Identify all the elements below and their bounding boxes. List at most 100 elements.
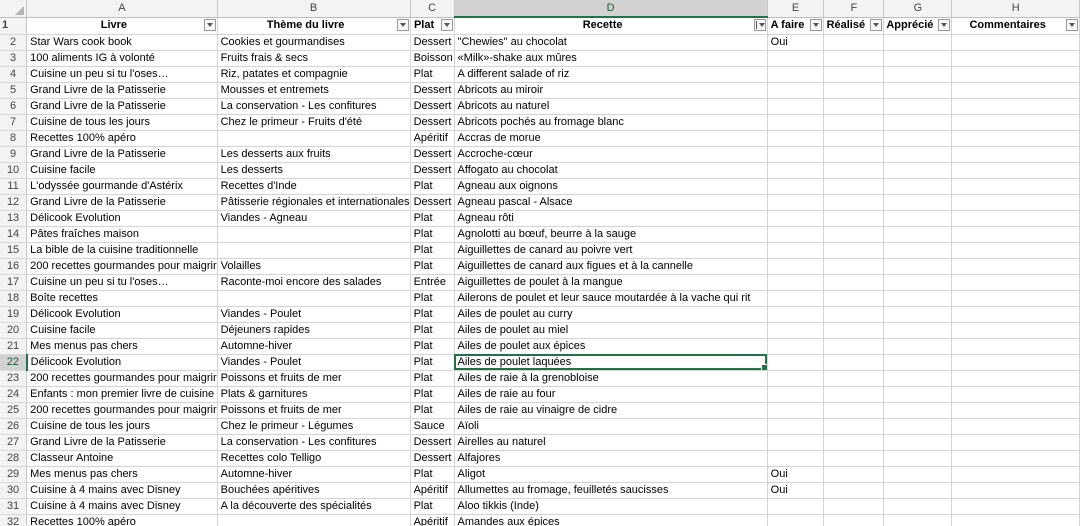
cell-d[interactable]: Ailes de raie au four bbox=[454, 386, 768, 403]
cell-b[interactable]: Viandes - Agneau bbox=[217, 210, 411, 227]
cell-d[interactable]: "Chewies" au chocolat bbox=[454, 34, 768, 51]
cell-b[interactable]: Riz, patates et compagnie bbox=[217, 66, 411, 83]
cell-h[interactable] bbox=[951, 50, 1080, 67]
row-number[interactable]: 20 bbox=[0, 322, 28, 339]
cell-h[interactable] bbox=[951, 402, 1080, 419]
row-number[interactable]: 19 bbox=[0, 306, 28, 323]
cell-d[interactable]: Agneau rôti bbox=[454, 210, 768, 227]
cell-e[interactable] bbox=[767, 450, 825, 467]
cell-g[interactable] bbox=[883, 226, 953, 243]
cell-c[interactable]: Plat bbox=[410, 178, 455, 195]
cell-h[interactable] bbox=[951, 514, 1080, 526]
row-number[interactable]: 1 bbox=[0, 17, 28, 35]
cell-c[interactable]: Dessert bbox=[410, 194, 455, 211]
row-number[interactable]: 18 bbox=[0, 290, 28, 307]
cell-d[interactable]: «Milk»-shake aux mûres bbox=[454, 50, 768, 67]
cell-a[interactable]: L'odyssée gourmande d'Astérix bbox=[26, 178, 218, 195]
cell-a[interactable]: Grand Livre de la Patisserie bbox=[26, 98, 218, 115]
cell-b[interactable] bbox=[217, 226, 411, 243]
row-number[interactable]: 10 bbox=[0, 162, 28, 179]
cell-d[interactable]: Amandes aux épices bbox=[454, 514, 768, 526]
cell-h[interactable] bbox=[951, 34, 1080, 51]
cell-g[interactable] bbox=[883, 50, 953, 67]
column-header-c[interactable]: C bbox=[410, 0, 455, 18]
cell-d[interactable]: A different salade of riz bbox=[454, 66, 768, 83]
cell-b[interactable]: Mousses et entremets bbox=[217, 82, 411, 99]
cell-f[interactable] bbox=[823, 114, 885, 131]
cell-d[interactable]: Ailes de raie à la grenobloise bbox=[454, 370, 768, 387]
cell-a[interactable]: Délicook Evolution bbox=[26, 210, 218, 227]
cell-f[interactable] bbox=[823, 162, 885, 179]
cell-f[interactable] bbox=[823, 98, 885, 115]
cell-c[interactable]: Dessert bbox=[410, 34, 455, 51]
cell-c[interactable]: Plat bbox=[410, 242, 455, 259]
cell-g[interactable] bbox=[883, 210, 953, 227]
cell-a[interactable]: 200 recettes gourmandes pour maigrir bbox=[26, 370, 218, 387]
cell-a[interactable]: Star Wars cook book bbox=[26, 34, 218, 51]
cell-a[interactable]: Délicook Evolution bbox=[26, 306, 218, 323]
cell-d[interactable]: Abricots pochés au fromage blanc bbox=[454, 114, 768, 131]
cell-d[interactable]: Agneau pascal - Alsace bbox=[454, 194, 768, 211]
cell-c[interactable]: Plat bbox=[410, 258, 455, 275]
cell-h[interactable] bbox=[951, 162, 1080, 179]
filter-dropdown-icon[interactable] bbox=[396, 18, 409, 31]
cell-f[interactable] bbox=[823, 34, 885, 51]
cell-d[interactable]: Ailes de poulet au miel bbox=[454, 322, 768, 339]
cell-e[interactable] bbox=[767, 194, 825, 211]
cell-c[interactable]: Plat bbox=[410, 370, 455, 387]
cell-b[interactable]: Cookies et gourmandises bbox=[217, 34, 411, 51]
cell-e[interactable] bbox=[767, 402, 825, 419]
cell-c[interactable]: Plat bbox=[410, 498, 455, 515]
cell-e[interactable] bbox=[767, 354, 825, 371]
cell-f[interactable] bbox=[823, 466, 885, 483]
row-number[interactable]: 21 bbox=[0, 338, 28, 355]
cell-b[interactable] bbox=[217, 130, 411, 147]
cell-c[interactable]: Plat bbox=[410, 322, 455, 339]
cell-a[interactable]: Boîte recettes bbox=[26, 290, 218, 307]
cell-b[interactable]: Chez le primeur - Fruits d'été bbox=[217, 114, 411, 131]
cell-f[interactable] bbox=[823, 290, 885, 307]
cell-d[interactable]: Aiguillettes de poulet à la mangue bbox=[454, 274, 768, 291]
cell-e[interactable] bbox=[767, 114, 825, 131]
row-number[interactable]: 31 bbox=[0, 498, 28, 515]
cell-e[interactable] bbox=[767, 98, 825, 115]
cell-h[interactable] bbox=[951, 98, 1080, 115]
column-header-e[interactable]: E bbox=[767, 0, 825, 18]
cell-c[interactable]: Dessert bbox=[410, 114, 455, 131]
cell-g[interactable] bbox=[883, 178, 953, 195]
cell-f[interactable] bbox=[823, 146, 885, 163]
cell-c[interactable]: Dessert bbox=[410, 98, 455, 115]
header-cell-e[interactable]: A faire bbox=[767, 17, 825, 35]
row-number[interactable]: 28 bbox=[0, 450, 28, 467]
row-number[interactable]: 12 bbox=[0, 194, 28, 211]
cell-e[interactable]: Oui bbox=[767, 466, 825, 483]
cell-h[interactable] bbox=[951, 466, 1080, 483]
cell-a[interactable]: Classeur Antoine bbox=[26, 450, 218, 467]
cell-c[interactable]: Dessert bbox=[410, 162, 455, 179]
cell-d[interactable]: Ailes de poulet au curry bbox=[454, 306, 768, 323]
cell-b[interactable]: Déjeuners rapides bbox=[217, 322, 411, 339]
column-header-b[interactable]: B bbox=[217, 0, 411, 18]
cell-d[interactable]: Ailes de raie au vinaigre de cidre bbox=[454, 402, 768, 419]
column-header-g[interactable]: G bbox=[883, 0, 953, 18]
cell-d[interactable]: Abricots au naturel bbox=[454, 98, 768, 115]
cell-g[interactable] bbox=[883, 418, 953, 435]
cell-e[interactable] bbox=[767, 290, 825, 307]
row-number[interactable]: 3 bbox=[0, 50, 28, 67]
cell-h[interactable] bbox=[951, 114, 1080, 131]
row-number[interactable]: 22 bbox=[0, 354, 28, 371]
cell-f[interactable] bbox=[823, 306, 885, 323]
header-cell-a[interactable]: Livre bbox=[26, 17, 218, 35]
cell-a[interactable]: Pâtes fraîches maison bbox=[26, 226, 218, 243]
cell-h[interactable] bbox=[951, 450, 1080, 467]
cell-c[interactable]: Dessert bbox=[410, 434, 455, 451]
cell-d[interactable]: Allumettes au fromage, feuilletés saucis… bbox=[454, 482, 768, 499]
cell-h[interactable] bbox=[951, 178, 1080, 195]
cell-h[interactable] bbox=[951, 338, 1080, 355]
cell-d[interactable]: Abricots au miroir bbox=[454, 82, 768, 99]
cell-h[interactable] bbox=[951, 354, 1080, 371]
row-number[interactable]: 30 bbox=[0, 482, 28, 499]
cell-a[interactable]: Enfants : mon premier livre de cuisine bbox=[26, 386, 218, 403]
cell-d[interactable]: Aloo tikkis (Inde) bbox=[454, 498, 768, 515]
row-number[interactable]: 5 bbox=[0, 82, 28, 99]
